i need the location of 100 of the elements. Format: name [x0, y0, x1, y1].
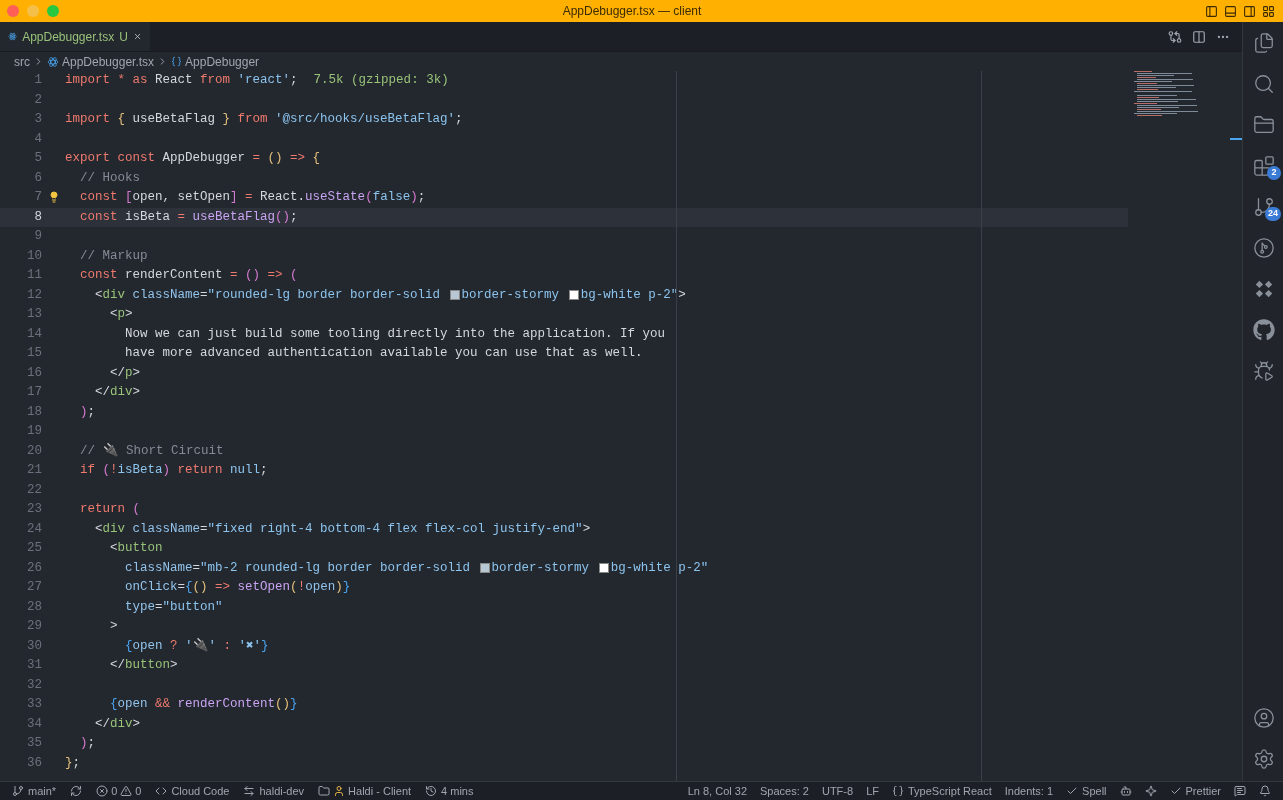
account-icon[interactable] [1252, 706, 1275, 729]
code-text: const [open, setOpen] = React.useState(false); [79, 189, 426, 207]
code-text: // Markup [79, 247, 148, 265]
line-number: 23 [26, 501, 42, 519]
import-size-hint: 7.5k (gzipped: 3k) [313, 72, 449, 90]
breadcrumb-item[interactable]: AppDebugger [185, 52, 260, 71]
braces-icon[interactable] [891, 785, 904, 797]
line-number: 1 [33, 72, 42, 90]
panel-bottom-icon[interactable] [1224, 4, 1237, 18]
line-number: 5 [33, 150, 42, 168]
line-number: 2 [33, 91, 42, 109]
breadcrumb-item[interactable]: AppDebugger.tsx [62, 52, 155, 71]
color-swatch[interactable] [449, 290, 460, 301]
status-item[interactable]: LF [866, 782, 879, 800]
extensions-icon[interactable] [1252, 154, 1275, 177]
code-icon[interactable] [155, 785, 168, 797]
tab-label: AppDebugger.tsx [22, 28, 115, 46]
color-swatch[interactable] [568, 290, 579, 301]
code-text: return ( [79, 501, 141, 519]
line-number: 34 [26, 715, 42, 733]
code-text: </div> [94, 715, 141, 733]
feedback-icon[interactable] [1234, 785, 1246, 797]
git-circle-icon[interactable] [1252, 236, 1275, 259]
code-text: </p> [109, 364, 141, 382]
history-icon[interactable] [425, 785, 438, 797]
status-item[interactable]: TypeScript React [907, 782, 992, 800]
count-badge: 24 [1265, 207, 1281, 221]
status-item[interactable]: UTF-8 [821, 782, 854, 800]
symbol-icon [171, 56, 183, 67]
window-title: AppDebugger.tsx — client [562, 3, 702, 20]
line-number: 3 [33, 111, 42, 129]
code-text: </button> [109, 657, 178, 675]
folder-icon[interactable] [1252, 113, 1275, 136]
status-item[interactable]: Haldi - Client [348, 782, 412, 800]
code-text: onClick={() => setOpen(!open)} [124, 579, 351, 597]
line-number: 14 [26, 325, 42, 343]
search-icon[interactable] [1252, 72, 1275, 95]
check-icon[interactable] [1066, 785, 1079, 797]
warning-count[interactable]: 0 [135, 782, 142, 800]
code-text: import { useBetaFlag } from '@src/hooks/useBetaFlag'; [65, 111, 463, 129]
status-item[interactable]: Ln 8, Col 32 [687, 782, 748, 800]
code-text: {open && renderContent()} [109, 696, 298, 714]
github-icon[interactable] [1252, 318, 1275, 341]
line-number: 15 [26, 345, 42, 363]
line-number: 20 [26, 442, 42, 460]
error-icon[interactable] [96, 785, 109, 797]
line-number: 29 [26, 618, 42, 636]
folder-icon[interactable] [318, 785, 331, 797]
line-number: 32 [26, 676, 42, 694]
compare-icon[interactable] [1168, 29, 1182, 44]
breadcrumb-item[interactable]: src [14, 52, 30, 71]
editor-tab[interactable]: AppDebugger.tsx U [0, 22, 150, 51]
sync-icon[interactable] [70, 785, 83, 797]
person-icon[interactable] [333, 785, 346, 797]
atom-icon [8, 30, 18, 43]
line-number: 27 [26, 579, 42, 597]
panel-right-icon[interactable] [1243, 4, 1256, 18]
line-number: 35 [26, 735, 42, 753]
error-count[interactable]: 0 [111, 782, 118, 800]
status-item[interactable]: Spell [1082, 782, 1107, 800]
files-icon[interactable] [1252, 31, 1275, 54]
code-text: Now we can just build some tooling directly into the application. If you [124, 325, 666, 343]
line-number: 16 [26, 364, 42, 382]
line-number: 22 [26, 481, 42, 499]
code-text: // Hooks [79, 169, 140, 187]
panel-left-icon[interactable] [1205, 4, 1218, 18]
status-item[interactable]: Spaces: 2 [760, 782, 809, 800]
code-text: <button [109, 540, 163, 558]
code-text: const renderContent = () => ( [79, 267, 298, 285]
bug-play-icon[interactable] [1252, 359, 1275, 382]
color-swatch[interactable] [479, 563, 490, 574]
line-number: 24 [26, 520, 42, 538]
robot-icon[interactable] [1119, 785, 1132, 797]
sparkle-icon[interactable] [1144, 785, 1157, 797]
split-editor-icon[interactable] [1192, 29, 1206, 44]
status-item[interactable]: Prettier [1185, 782, 1221, 800]
arrows-icon[interactable] [243, 785, 256, 797]
status-item[interactable]: main* [28, 782, 57, 800]
settings-icon[interactable] [1252, 747, 1275, 770]
status-item[interactable]: Indents: 1 [1004, 782, 1054, 800]
code-text: <div className="rounded-lg border border-solid [94, 286, 442, 304]
status-item[interactable]: haldi-dev [259, 782, 305, 800]
line-number: 10 [26, 247, 42, 265]
layout-icon[interactable] [1262, 4, 1275, 18]
code-text: <p> [109, 306, 133, 324]
status-item[interactable]: 4 mins [441, 782, 474, 800]
line-number: 18 [26, 403, 42, 421]
code-text: </div> [94, 384, 141, 402]
status-item[interactable]: Cloud Code [171, 782, 230, 800]
line-number: 6 [33, 169, 42, 187]
warning-icon[interactable] [120, 785, 133, 797]
line-number: 17 [26, 384, 42, 402]
branch-icon[interactable] [12, 785, 24, 797]
code-text: const isBeta = useBetaFlag(); [79, 208, 298, 226]
color-swatch[interactable] [598, 563, 609, 574]
lightbulb-icon[interactable] [48, 191, 60, 203]
check-icon[interactable] [1169, 785, 1182, 797]
code-text: bg-white p-2" [610, 559, 709, 577]
line-number: 11 [26, 267, 42, 285]
bell-icon[interactable] [1259, 785, 1271, 797]
